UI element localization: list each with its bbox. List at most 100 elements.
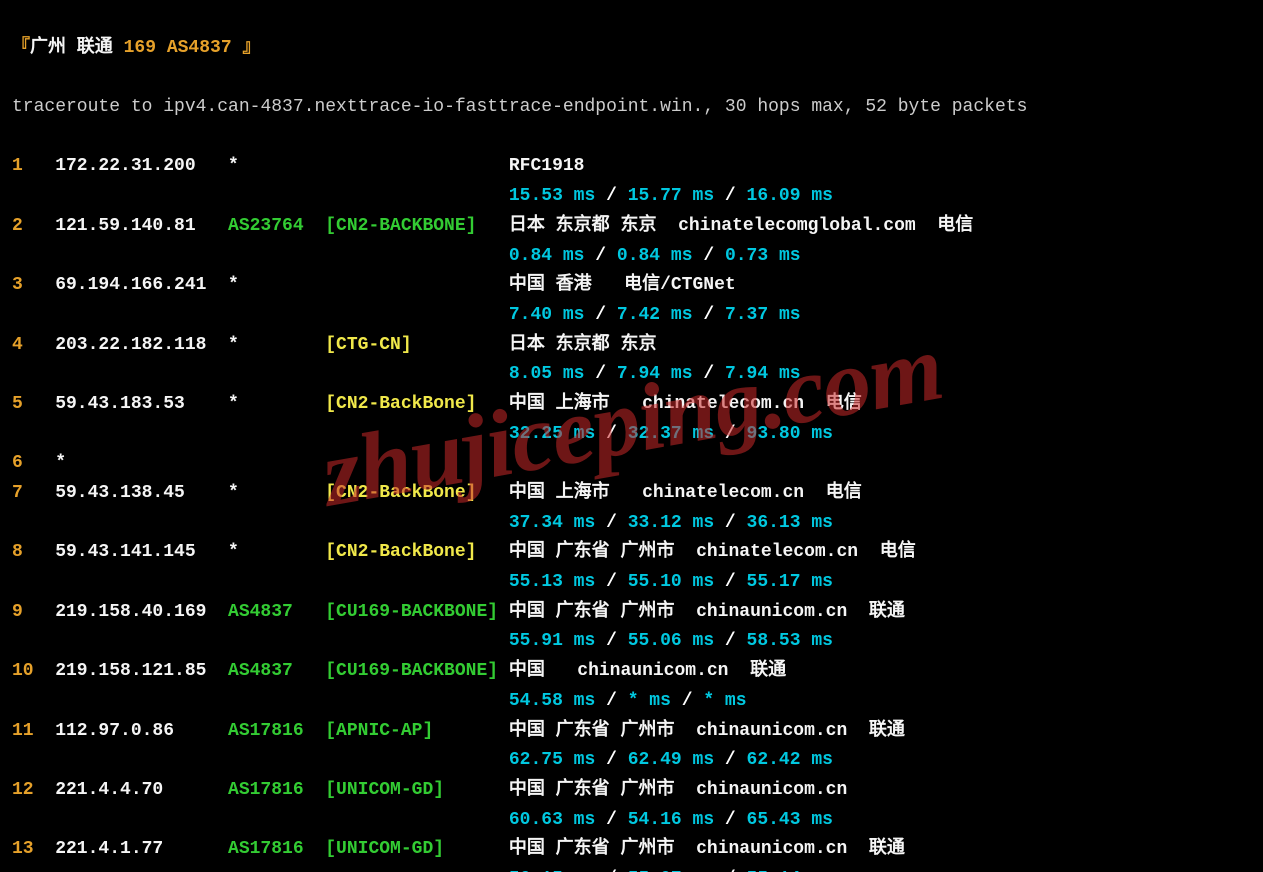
- hop-row: 4203.22.182.118*[CTG-CN]日本 东京都 东京: [12, 331, 1255, 361]
- latency-value: 15.53 ms: [509, 186, 595, 206]
- hop-latency-row: 54.58 ms / * ms / * ms: [12, 687, 1255, 717]
- hop-network-tag: [UNICOM-GD]: [325, 776, 509, 806]
- hop-row: 859.43.141.145*[CN2-BackBone]中国 广东省 广州市 …: [12, 538, 1255, 568]
- latency-separator: /: [714, 631, 746, 651]
- hop-row: 559.43.183.53*[CN2-BackBone]中国 上海市 china…: [12, 390, 1255, 420]
- hop-ip: 112.97.0.86: [55, 717, 228, 747]
- latency-separator: /: [595, 572, 627, 592]
- hop-network-tag: [UNICOM-GD]: [325, 835, 509, 865]
- latency-value: 55.10 ms: [628, 572, 714, 592]
- latency-value: 62.49 ms: [628, 750, 714, 770]
- hop-row: 13221.4.1.77AS17816[UNICOM-GD]中国 广东省 广州市…: [12, 835, 1255, 865]
- hop-latency-row: 62.75 ms / 62.49 ms / 62.42 ms: [12, 746, 1255, 776]
- hop-number: 2: [12, 212, 55, 242]
- latency-value: 7.94 ms: [725, 364, 801, 384]
- hop-latency-row: 0.84 ms / 0.84 ms / 0.73 ms: [12, 242, 1255, 272]
- hop-network-tag: [CN2-BACKBONE]: [325, 212, 509, 242]
- hop-location: RFC1918: [509, 152, 585, 182]
- hop-latency-row: 56.15 ms / 55.07 ms / 55.14 ms: [12, 865, 1255, 872]
- hop-ip: 221.4.4.70: [55, 776, 228, 806]
- hop-ip: 172.22.31.200: [55, 152, 228, 182]
- hop-row: 9219.158.40.169AS4837[CU169-BACKBONE]中国 …: [12, 598, 1255, 628]
- hop-ip: 121.59.140.81: [55, 212, 228, 242]
- hop-location: 中国 chinaunicom.cn 联通: [509, 657, 786, 687]
- hop-latency-row: 55.91 ms / 55.06 ms / 58.53 ms: [12, 627, 1255, 657]
- hop-latency-row: 37.34 ms / 33.12 ms / 36.13 ms: [12, 509, 1255, 539]
- latency-value: 0.84 ms: [509, 246, 585, 266]
- latency-value: 62.75 ms: [509, 750, 595, 770]
- hop-location: 中国 上海市 chinatelecom.cn 电信: [509, 479, 862, 509]
- hop-location: 中国 广东省 广州市 chinatelecom.cn 电信: [509, 538, 916, 568]
- latency-value: 0.73 ms: [725, 246, 801, 266]
- hop-asn: *: [228, 479, 325, 509]
- hop-number: 12: [12, 776, 55, 806]
- hop-location: 中国 广东省 广州市 chinaunicom.cn 联通: [509, 835, 905, 865]
- hop-ip: 59.43.183.53: [55, 390, 228, 420]
- hop-ip: 69.194.166.241: [55, 271, 228, 301]
- latency-value: 54.58 ms: [509, 691, 595, 711]
- hop-number: 3: [12, 271, 55, 301]
- latency-value: 37.34 ms: [509, 513, 595, 533]
- latency-separator: /: [693, 364, 725, 384]
- hop-latency-row: 55.13 ms / 55.10 ms / 55.17 ms: [12, 568, 1255, 598]
- hop-ip: 59.43.141.145: [55, 538, 228, 568]
- hop-location: 中国 广东省 广州市 chinaunicom.cn 联通: [509, 598, 905, 628]
- hop-network-tag: [CN2-BackBone]: [325, 390, 509, 420]
- hop-location: 日本 东京都 东京: [509, 331, 657, 361]
- latency-separator: /: [693, 246, 725, 266]
- hop-ip: 59.43.138.45: [55, 479, 228, 509]
- hop-row: 10219.158.121.85AS4837[CU169-BACKBONE]中国…: [12, 657, 1255, 687]
- hop-network-tag: [CTG-CN]: [325, 331, 509, 361]
- latency-value: 93.80 ms: [747, 424, 833, 444]
- bracket-close: 』: [232, 38, 261, 58]
- latency-value: 55.06 ms: [628, 631, 714, 651]
- latency-value: 7.94 ms: [617, 364, 693, 384]
- hop-ip: 221.4.1.77: [55, 835, 228, 865]
- latency-value: 8.05 ms: [509, 364, 585, 384]
- hop-asn: AS17816: [228, 835, 325, 865]
- latency-value: 62.42 ms: [747, 750, 833, 770]
- latency-value: 7.37 ms: [725, 305, 801, 325]
- latency-separator: /: [595, 513, 627, 533]
- latency-separator: /: [714, 750, 746, 770]
- hop-ip: 219.158.40.169: [55, 598, 228, 628]
- latency-value: 33.12 ms: [628, 513, 714, 533]
- hop-number: 7: [12, 479, 55, 509]
- hop-number: 8: [12, 538, 55, 568]
- latency-value: * ms: [628, 691, 671, 711]
- hop-ip: 219.158.121.85: [55, 657, 228, 687]
- hop-location: 中国 香港 电信/CTGNet: [509, 271, 736, 301]
- hop-network-tag: [CU169-BACKBONE]: [325, 657, 509, 687]
- latency-value: 16.09 ms: [747, 186, 833, 206]
- latency-value: 0.84 ms: [617, 246, 693, 266]
- hop-location: 中国 广东省 广州市 chinaunicom.cn 联通: [509, 717, 905, 747]
- latency-separator: /: [693, 305, 725, 325]
- hop-asn: *: [228, 390, 325, 420]
- latency-value: 54.16 ms: [628, 810, 714, 830]
- latency-value: * ms: [703, 691, 746, 711]
- latency-value: 32.37 ms: [628, 424, 714, 444]
- terminal-output: 『广州 联通 169 AS4837 』 traceroute to ipv4.c…: [0, 0, 1263, 872]
- latency-separator: /: [595, 810, 627, 830]
- hops-list: 1172.22.31.200*RFC191815.53 ms / 15.77 m…: [12, 152, 1255, 872]
- hop-row: 369.194.166.241*中国 香港 电信/CTGNet: [12, 271, 1255, 301]
- latency-value: 32.25 ms: [509, 424, 595, 444]
- hop-asn: AS17816: [228, 717, 325, 747]
- latency-value: 65.43 ms: [747, 810, 833, 830]
- latency-value: 55.13 ms: [509, 572, 595, 592]
- latency-value: 36.13 ms: [747, 513, 833, 533]
- hop-network-tag: [CN2-BackBone]: [325, 538, 509, 568]
- latency-value: 60.63 ms: [509, 810, 595, 830]
- latency-separator: /: [595, 631, 627, 651]
- latency-separator: /: [714, 424, 746, 444]
- hop-asn: AS17816: [228, 776, 325, 806]
- hop-network-tag: [CN2-BackBone]: [325, 479, 509, 509]
- latency-value: 7.40 ms: [509, 305, 585, 325]
- latency-value: 7.42 ms: [617, 305, 693, 325]
- latency-separator: /: [714, 513, 746, 533]
- latency-separator: /: [585, 305, 617, 325]
- hop-asn: *: [228, 152, 325, 182]
- latency-separator: /: [595, 750, 627, 770]
- hop-asn: AS4837: [228, 657, 325, 687]
- hop-latency-row: 7.40 ms / 7.42 ms / 7.37 ms: [12, 301, 1255, 331]
